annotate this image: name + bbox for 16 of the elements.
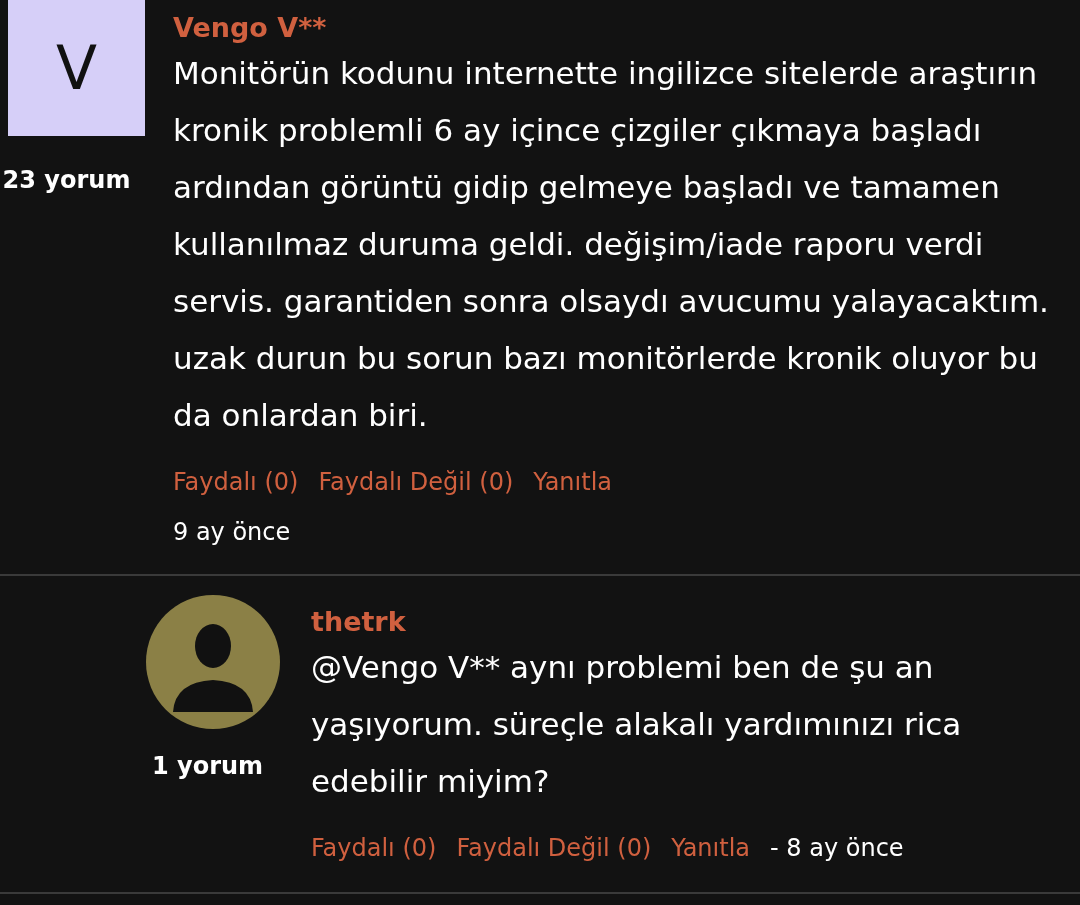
author-name: thetrk: [311, 606, 407, 637]
comment-text: Monitörün kodunu internette ingilizce sitelerde araştırın kronik problemli 6 ay içince çizgiler çıkmaya başladı ardından görüntü gidip gelmeye başladı ve tamamen kullanılmaz duruma geldi. değişim/iade raporu verdi servis. garantiden sonra olsaydı avucumu yalayacaktım. uzak durun bu sorun bazı monitörlerde kronik oluyor bu da onlardan biri.: [173, 54, 1050, 435]
action-link[interactable]: Faydalı (0): [173, 468, 299, 496]
action-link[interactable]: Faydalı Değil (0): [456, 834, 652, 862]
avatar: V: [8, 0, 145, 136]
comment-count: 23 yorum: [2, 166, 131, 194]
avatar-icon: [144, 594, 281, 730]
comment-time: - 8 ay önce: [770, 834, 904, 862]
action-link[interactable]: Faydalı (0): [311, 834, 437, 862]
comment-text: @Vengo V** aynı problemi ben de şu an yaşıyorum. süreçle alakalı yardımınızı rica edebilir miyim?: [311, 648, 963, 801]
comment-count: 1 yorum: [151, 752, 264, 780]
author-name: Vengo V**: [173, 12, 328, 43]
action-link[interactable]: Faydalı Değil (0): [318, 468, 514, 496]
action-link[interactable]: Yanıtla: [533, 468, 612, 496]
comment-time: 9 ay önce: [173, 518, 291, 546]
action-link[interactable]: Yanıtla: [671, 834, 750, 862]
